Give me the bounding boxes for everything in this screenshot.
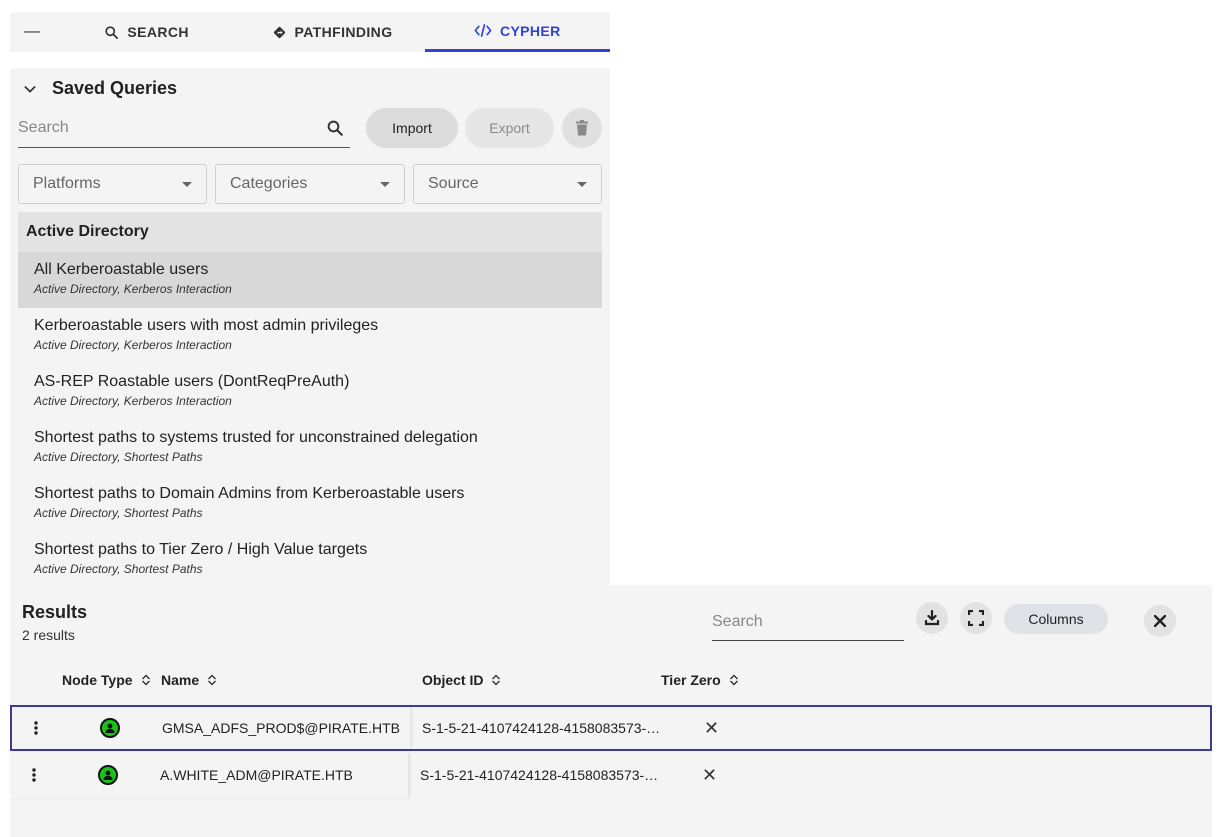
saved-queries-search-input[interactable]: [18, 118, 326, 137]
close-icon: [1154, 615, 1166, 627]
minus-icon: —: [24, 23, 40, 40]
sort-icon: [141, 674, 150, 686]
platforms-filter[interactable]: Platforms: [18, 164, 207, 204]
query-item[interactable]: Shortest paths to Tier Zero / High Value…: [18, 532, 602, 588]
query-item[interactable]: Kerberoastable users with most admin pri…: [18, 308, 602, 364]
query-group-header: Active Directory: [18, 212, 602, 252]
user-node-icon: [98, 765, 118, 785]
query-subtitle: Active Directory, Kerberos Interaction: [34, 394, 232, 408]
query-subtitle: Active Directory, Shortest Paths: [34, 562, 203, 576]
source-filter[interactable]: Source: [413, 164, 602, 204]
query-title: Shortest paths to Tier Zero / High Value…: [34, 541, 368, 558]
diamond-route-icon: [273, 26, 285, 38]
export-button[interactable]: Export: [465, 108, 554, 148]
sort-icon: [729, 674, 738, 686]
saved-queries-title: Saved Queries: [52, 78, 178, 98]
column-header-tier-zero[interactable]: Tier Zero: [661, 672, 739, 688]
query-item[interactable]: AS-REP Roastable users (DontReqPreAuth) …: [18, 364, 602, 420]
more-vertical-icon: [34, 721, 38, 735]
results-search-input[interactable]: [712, 612, 919, 631]
saved-queries-header[interactable]: Saved Queries: [22, 78, 177, 99]
column-header-object-id[interactable]: Object ID: [422, 672, 501, 688]
tab-cypher-label: CYPHER: [499, 22, 561, 39]
import-button[interactable]: Import: [366, 108, 458, 148]
query-title: Kerberoastable users with most admin pri…: [34, 317, 379, 334]
tab-pathfinding[interactable]: PATHFINDING: [239, 12, 424, 52]
results-table-header: Node Type Name Object ID Tier Zero: [10, 663, 1212, 699]
sort-icon: [208, 674, 217, 686]
search-icon[interactable]: [326, 119, 344, 137]
query-title: Shortest paths to systems trusted for un…: [34, 429, 478, 446]
columns-button[interactable]: Columns: [1004, 604, 1108, 634]
query-subtitle: Active Directory, Kerberos Interaction: [34, 282, 232, 296]
row-menu[interactable]: [10, 752, 58, 798]
trash-icon: [576, 120, 588, 136]
results-panel: Results 2 results Columns Node Type Name: [10, 585, 1212, 837]
name-cell: A.WHITE_ADM@PIRATE.HTB: [158, 752, 408, 798]
object-id-cell: S-1-5-21-4107424128-4158083573-…: [420, 767, 659, 783]
results-count: 2 results: [22, 627, 75, 643]
node-type-cell: [60, 707, 160, 749]
categories-filter[interactable]: Categories: [215, 164, 405, 204]
results-title: Results: [22, 602, 88, 622]
query-subtitle: Active Directory, Shortest Paths: [34, 506, 203, 520]
object-id-cell: S-1-5-21-4107424128-4158083573-…: [422, 720, 661, 736]
tab-search[interactable]: SEARCH: [54, 12, 239, 52]
tab-search-label: SEARCH: [127, 24, 189, 40]
name-cell: GMSA_ADFS_PROD$@PIRATE.HTB: [160, 707, 410, 749]
column-header-label: Object ID: [422, 672, 484, 688]
query-item[interactable]: Shortest paths to Domain Admins from Ker…: [18, 476, 602, 532]
delete-button[interactable]: [562, 108, 602, 148]
code-icon: [474, 24, 492, 37]
node-type-cell: [58, 752, 158, 798]
column-header-node-type[interactable]: Node Type: [62, 672, 151, 688]
sort-icon: [492, 674, 501, 686]
caret-down-icon: [577, 181, 587, 187]
query-title: AS-REP Roastable users (DontReqPreAuth): [34, 373, 350, 390]
saved-queries-list: Active Directory All Kerberoastable user…: [18, 212, 602, 588]
tab-pathfinding-label: PATHFINDING: [294, 24, 393, 40]
column-header-label: Node Type: [62, 672, 133, 688]
search-icon: [105, 25, 119, 39]
results-search: [712, 603, 919, 641]
fullscreen-icon: [968, 610, 984, 626]
query-subtitle: Active Directory, Shortest Paths: [34, 450, 203, 464]
saved-queries-search: [18, 108, 350, 148]
query-subtitle: Active Directory, Kerberos Interaction: [34, 338, 232, 352]
download-icon: [924, 610, 940, 626]
tier-zero-cell: ✕: [704, 717, 720, 738]
tier-zero-cell: ✕: [702, 764, 718, 785]
caret-down-icon: [182, 181, 192, 187]
query-item[interactable]: All Kerberoastable users Active Director…: [18, 252, 602, 308]
tab-cypher[interactable]: CYPHER: [424, 12, 610, 52]
chevron-down-icon[interactable]: [22, 81, 38, 97]
column-header-label: Name: [161, 672, 200, 688]
platforms-filter-label: Platforms: [33, 175, 101, 192]
categories-filter-label: Categories: [230, 175, 308, 192]
close-results-button[interactable]: [1144, 605, 1176, 637]
caret-down-icon: [380, 181, 390, 187]
source-filter-label: Source: [428, 175, 479, 192]
explore-tabs: — SEARCH PATHFINDING CYPHER: [10, 12, 610, 52]
table-row[interactable]: GMSA_ADFS_PROD$@PIRATE.HTB S-1-5-21-4107…: [10, 705, 1212, 751]
download-button[interactable]: [916, 602, 948, 634]
row-menu[interactable]: [12, 707, 60, 749]
column-header-name[interactable]: Name: [161, 672, 217, 688]
table-row[interactable]: A.WHITE_ADM@PIRATE.HTB S-1-5-21-41074241…: [10, 752, 1212, 798]
query-item[interactable]: Shortest paths to systems trusted for un…: [18, 420, 602, 476]
saved-queries-panel: Saved Queries Import Export Platforms Ca…: [10, 68, 610, 588]
more-vertical-icon: [32, 768, 36, 782]
expand-button[interactable]: [960, 602, 992, 634]
column-header-label: Tier Zero: [661, 672, 721, 688]
app-root: — SEARCH PATHFINDING CYPHER Saved Querie…: [0, 0, 1225, 837]
query-title: All Kerberoastable users: [34, 261, 209, 278]
collapse-panel-button[interactable]: —: [10, 12, 54, 52]
query-title: Shortest paths to Domain Admins from Ker…: [34, 485, 465, 502]
user-node-icon: [100, 718, 120, 738]
